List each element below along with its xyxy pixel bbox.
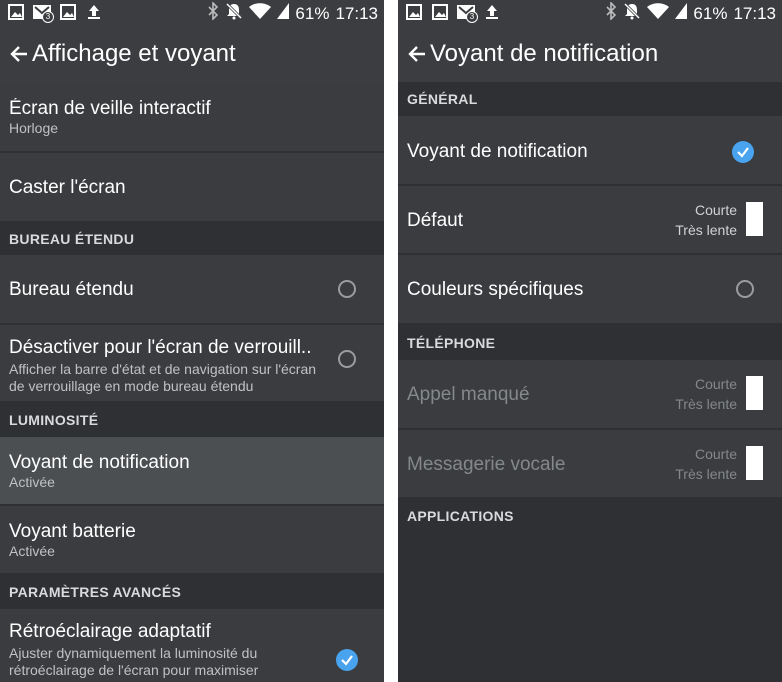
pattern-duration: Courte: [694, 202, 737, 218]
image-icon: [58, 3, 78, 21]
clock: 17:13: [335, 3, 378, 23]
check-icon[interactable]: [732, 141, 754, 163]
clock: 17:13: [733, 3, 776, 23]
setting-title: Voyant de notification: [9, 452, 190, 473]
setting-subtitle: Horloge: [9, 120, 59, 136]
light-pattern: Courte Très lente: [675, 200, 737, 240]
upload-icon: [84, 3, 104, 21]
battery-percent: 61%: [693, 3, 728, 23]
status-bar: 3 61% 17:13: [0, 0, 384, 26]
setting-title: Voyant batterie: [9, 521, 136, 542]
setting-adaptive-backlight[interactable]: Rétroéclairage adaptatif Ajuster dynamiq…: [0, 609, 384, 682]
setting-title: Caster l'écran: [9, 177, 126, 198]
color-swatch: [746, 202, 763, 236]
setting-title: Voyant de notification: [407, 141, 588, 162]
page-title: Voyant de notification: [430, 40, 659, 67]
pattern-speed: Très lente: [675, 466, 737, 482]
section-header: LUMINOSITÉ: [0, 403, 384, 437]
radio-button[interactable]: [338, 280, 356, 298]
bell-off-icon: [225, 2, 243, 25]
bell-off-icon: [623, 2, 641, 25]
status-bar: 3 61% 17:13: [398, 0, 782, 26]
section-header: GÉNÉRAL: [398, 82, 782, 116]
email-badge: 3: [466, 11, 478, 23]
setting-disable-lockscreen[interactable]: Désactiver pour l'écran de verrouill.. A…: [0, 325, 384, 403]
section-header: APPLICATIONS: [398, 499, 782, 533]
pattern-duration: Courte: [694, 446, 737, 462]
signal-icon: [675, 3, 688, 24]
battery-percent: 61%: [295, 3, 330, 23]
setting-missed-call[interactable]: Appel manqué Courte Très lente: [398, 360, 782, 430]
email-badge: 3: [42, 11, 54, 23]
setting-title: Rétroéclairage adaptatif: [9, 621, 211, 642]
setting-screensaver[interactable]: Écran de veille interactif Horloge: [0, 82, 384, 153]
bluetooth-icon: [207, 1, 219, 25]
setting-default[interactable]: Défaut Courte Très lente: [398, 186, 782, 255]
image-icon: [6, 3, 26, 21]
radio-button[interactable]: [338, 350, 356, 368]
setting-extended-desktop[interactable]: Bureau étendu: [0, 255, 384, 325]
light-pattern: Courte Très lente: [675, 444, 737, 484]
setting-subtitle: Activée: [9, 474, 55, 490]
page-title: Affichage et voyant: [32, 40, 236, 67]
section-header: TÉLÉPHONE: [398, 325, 782, 360]
gmail-icon: 3: [32, 3, 54, 23]
setting-notification-light[interactable]: Voyant de notification Activée: [0, 437, 384, 506]
setting-subtitle: Activée: [9, 543, 55, 559]
setting-cast-screen[interactable]: Caster l'écran: [0, 153, 384, 223]
image-icon: [430, 3, 450, 21]
setting-notification-light[interactable]: Voyant de notification: [398, 116, 782, 186]
section-header: BUREAU ÉTENDU: [0, 223, 384, 255]
signal-icon: [277, 3, 290, 24]
light-pattern: Courte Très lente: [675, 374, 737, 414]
setting-title: Couleurs spécifiques: [407, 279, 584, 300]
left-screen: 3 61% 17:13 Affichage et voyant Écran de…: [0, 0, 384, 682]
setting-voicemail[interactable]: Messagerie vocale Courte Très lente: [398, 430, 782, 499]
app-bar: Voyant de notification: [398, 26, 782, 82]
setting-title: Désactiver pour l'écran de verrouill..: [9, 337, 312, 358]
color-swatch: [746, 446, 763, 480]
section-header: PARAMÈTRES AVANCÉS: [0, 575, 384, 609]
app-bar: Affichage et voyant: [0, 26, 384, 82]
wifi-icon: [249, 2, 272, 25]
radio-button[interactable]: [736, 280, 754, 298]
setting-title: Écran de veille interactif: [9, 98, 211, 119]
setting-subtitle: Ajuster dynamiquement la luminosité du r…: [9, 645, 259, 678]
pattern-duration: Courte: [694, 376, 737, 392]
gmail-icon: 3: [456, 3, 478, 23]
back-arrow-icon[interactable]: [404, 41, 430, 67]
wifi-icon: [647, 2, 670, 25]
pattern-speed: Très lente: [675, 396, 737, 412]
image-icon: [404, 3, 424, 21]
right-screen: 3 61% 17:13 Voyant de notification GÉNÉR…: [398, 0, 782, 682]
pattern-speed: Très lente: [675, 222, 737, 238]
check-icon[interactable]: [336, 649, 358, 671]
color-swatch: [746, 376, 763, 410]
setting-title: Bureau étendu: [9, 279, 134, 300]
setting-battery-light[interactable]: Voyant batterie Activée: [0, 506, 384, 575]
setting-specific-colors[interactable]: Couleurs spécifiques: [398, 255, 782, 325]
setting-subtitle: Afficher la barre d'état et de navigatio…: [9, 361, 317, 394]
upload-icon: [482, 3, 502, 21]
bluetooth-icon: [605, 1, 617, 25]
back-arrow-icon[interactable]: [6, 41, 32, 67]
